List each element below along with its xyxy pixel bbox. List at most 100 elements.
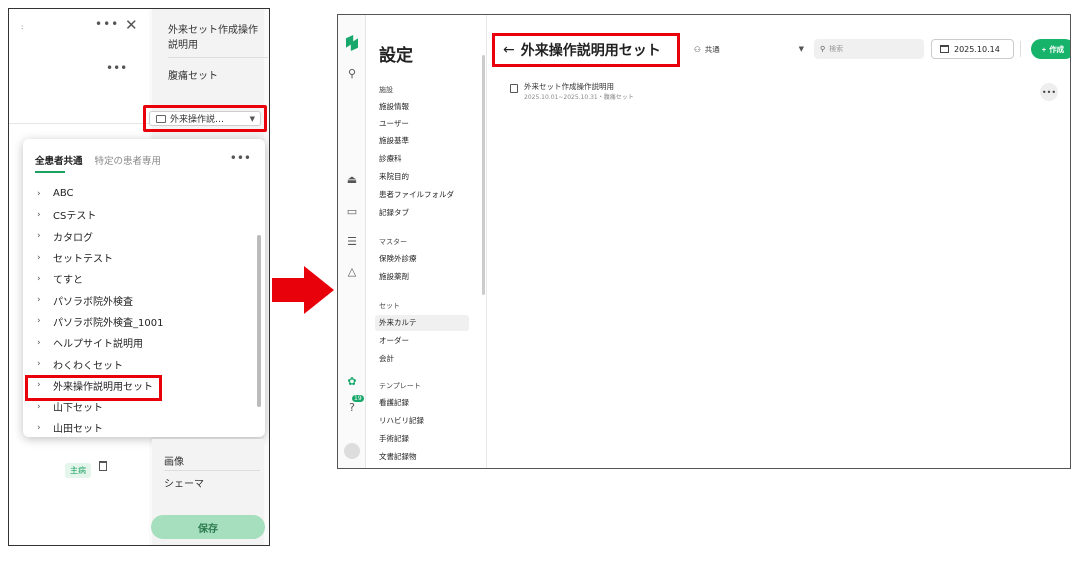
chevron-right-icon: › (37, 231, 41, 242)
attachment-item[interactable]: 画像 (164, 453, 260, 468)
attachment-item[interactable]: シェーマ (164, 475, 260, 490)
side-item[interactable]: 腹痛セット (168, 67, 218, 82)
document-icon (510, 84, 518, 93)
more-icon[interactable]: ••• (1040, 83, 1058, 101)
nav-item[interactable]: 記録タブ (379, 205, 473, 221)
divider (168, 57, 268, 58)
date-value: 2025.10.14 (954, 44, 1000, 54)
more-icon[interactable]: ••• (230, 151, 251, 165)
folder-tree-item[interactable]: › 山田セット (37, 417, 257, 438)
folder-tree-item[interactable]: › CSテスト (37, 204, 257, 225)
selected-folder-highlight (25, 375, 162, 401)
folder-tree-item[interactable]: › わくわくセット (37, 353, 257, 374)
folder-select[interactable]: 外来操作説… ▼ (149, 111, 261, 126)
nav-item[interactable]: 施設情報 (379, 99, 473, 115)
chevron-right-icon: › (37, 188, 41, 199)
reception-icon[interactable]: ⏏ (345, 173, 359, 186)
bell-icon[interactable]: △ (345, 265, 359, 278)
chevron-right-icon: › (37, 252, 41, 263)
main-content: ← 外来操作説明用セット ⚇ 共通 ▼ ⚲ 検索 2025.10.14 + 作成… (488, 15, 1070, 468)
side-item[interactable]: 外来セット作成操作説明用 (168, 23, 264, 53)
scope-select-value: 共通 (704, 44, 720, 54)
app-logo-icon[interactable] (346, 35, 358, 51)
nav-item[interactable]: 看護記録 (379, 395, 473, 411)
folder-label: 山田セット (53, 424, 103, 436)
folder-label: てすと (53, 275, 83, 287)
more-icon[interactable]: ••• (95, 17, 119, 31)
folder-select-value: 外来操作説… (170, 115, 225, 125)
folder-label: CSテスト (53, 211, 97, 223)
caret-down-icon: ▼ (798, 45, 804, 53)
more-icon-secondary[interactable]: ••• (106, 61, 127, 75)
bed-icon[interactable]: ▭ (345, 205, 359, 218)
folder-label: わくわくセット (53, 360, 123, 372)
folder-tree-item[interactable]: › パソラボ院外検査_1001 (37, 311, 257, 332)
scrollbar[interactable] (257, 235, 261, 407)
caret-down-icon: ▼ (249, 114, 255, 123)
chevron-right-icon: › (37, 337, 41, 348)
search-icon: ⚲ (820, 45, 826, 53)
nav-item[interactable]: 施設基準 (379, 133, 473, 149)
create-button-label: 作成 (1049, 44, 1065, 54)
folder-label: パソラボ院外検査_1001 (53, 317, 164, 329)
scrollbar[interactable] (482, 55, 485, 295)
list-item[interactable]: 外来セット作成操作説明用 2025.10.01~2025.10.31・腹痛セット… (510, 81, 1060, 107)
notification-badge: 19 (352, 395, 364, 402)
list-item-subtitle: 2025.10.01~2025.10.31・腹痛セット (524, 94, 634, 101)
list-icon[interactable]: ☰ (345, 235, 359, 248)
scope-select[interactable]: ⚇ 共通 ▼ (690, 39, 808, 59)
help-icon[interactable]: ? (345, 401, 359, 414)
calendar-icon (940, 45, 949, 53)
settings-nav: 設定 施設 施設情報 ユーザー 施設基準 診療科 来院目的 患者ファイルフォルダ… (367, 15, 487, 468)
folder-label: カタログ (53, 232, 93, 244)
list-item-title: 外来セット作成操作説明用 (524, 82, 614, 91)
save-button[interactable]: 保存 (151, 515, 265, 539)
tab-patient[interactable]: 特定の患者専用 (95, 153, 162, 167)
nav-item[interactable]: ユーザー (379, 116, 473, 132)
nav-item[interactable]: 会計 (379, 351, 473, 367)
nav-item[interactable]: オーダー (379, 333, 473, 349)
left-screenshot: : ••• ✕ ••• 外来セット作成操作説明用 腹痛セット 外来操作説… ▼ … (8, 8, 270, 546)
folder-tree-item[interactable]: › パソラボ院外検査 (37, 289, 257, 310)
trash-icon[interactable] (99, 461, 107, 471)
user-icon: ⚇ (694, 44, 701, 54)
patient-search-icon[interactable]: ⚲ (345, 67, 359, 80)
nav-item[interactable]: 患者ファイルフォルダ (379, 187, 473, 203)
nav-item[interactable]: 診療科 (379, 151, 473, 167)
folder-label: ABC (53, 188, 74, 200)
nav-item[interactable]: 施設薬剤 (379, 269, 473, 285)
date-picker[interactable]: 2025.10.14 (931, 39, 1014, 59)
folder-tree-item[interactable]: › ABC (37, 183, 257, 204)
nav-item[interactable]: 来院目的 (379, 169, 473, 185)
close-icon[interactable]: ✕ (125, 16, 138, 34)
right-screenshot: ⚲ ⏏ ▭ ☰ △ ✿ ? 19 設定 施設 施設情報 ユーザー 施設基準 診療… (337, 14, 1071, 469)
nav-item[interactable]: リハビリ記録 (379, 413, 473, 429)
chevron-right-icon: › (37, 209, 41, 220)
gear-icon[interactable]: ✿ (345, 375, 359, 388)
attachment-menu: 画像 シェーマ (152, 439, 264, 494)
nav-section-label: マスター (379, 238, 407, 246)
nav-section-label: セット (379, 302, 400, 310)
avatar[interactable] (344, 443, 360, 459)
nav-item[interactable]: 文書記録物 (379, 449, 473, 465)
folder-label: 山下セット (53, 403, 103, 415)
folder-tree-item[interactable]: › セットテスト (37, 247, 257, 268)
back-arrow-icon[interactable]: ← (503, 42, 515, 58)
chevron-right-icon: › (37, 295, 41, 306)
folder-tree-item[interactable]: › カタログ (37, 226, 257, 247)
tab-common[interactable]: 全患者共通 (35, 153, 83, 173)
folder-tree-item[interactable]: › ヘルプサイト説明用 (37, 332, 257, 353)
folder-tabs: 全患者共通 特定の患者専用 (35, 153, 162, 173)
page-title: 設定 (379, 46, 413, 66)
search-input[interactable]: ⚲ 検索 (814, 39, 924, 59)
nav-item[interactable]: 手術記録 (379, 431, 473, 447)
divider (9, 123, 149, 124)
folder-label: ヘルプサイト説明用 (53, 339, 143, 351)
nav-item[interactable]: 保険外診療 (379, 251, 473, 267)
arrow-right-icon (272, 266, 334, 314)
chevron-right-icon: › (37, 359, 41, 370)
chevron-right-icon: › (37, 422, 41, 433)
nav-item-active[interactable]: 外来カルテ (375, 315, 469, 331)
create-button[interactable]: + 作成 (1031, 39, 1070, 59)
folder-tree-item[interactable]: › てすと (37, 268, 257, 289)
